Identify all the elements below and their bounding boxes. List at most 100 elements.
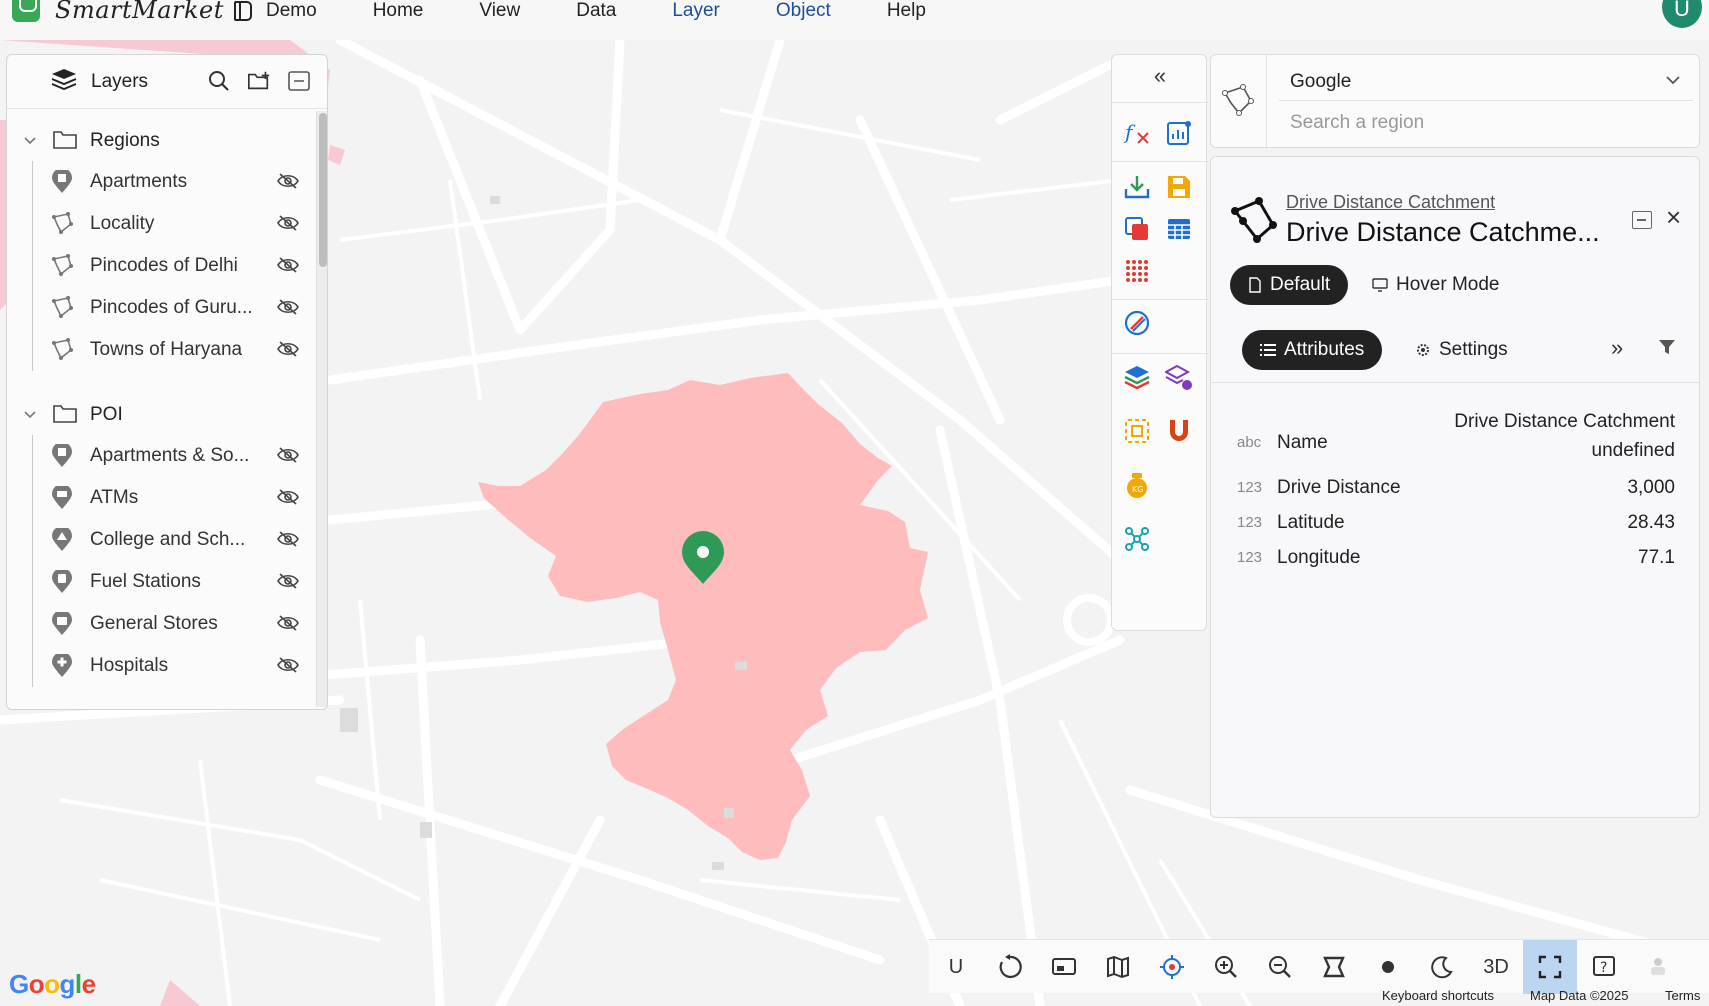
mode-default-button[interactable]: Default — [1230, 265, 1349, 305]
copy-layer-icon[interactable] — [1121, 213, 1153, 245]
menu-data[interactable]: Data — [576, 0, 616, 22]
layers-add-icon[interactable] — [1163, 361, 1195, 393]
region-search-box: Google — [1210, 54, 1700, 149]
formula-icon[interactable]: f — [1121, 117, 1153, 149]
eye-off-icon[interactable] — [277, 488, 299, 512]
layer-label: College and Sch... — [90, 529, 246, 550]
provider-select[interactable]: Google — [1279, 61, 1693, 101]
map-flag-icon[interactable] — [1121, 307, 1153, 339]
attribute-row-drive-distance: 123 Drive Distance 3,000 — [1211, 477, 1699, 507]
dark-mode-icon[interactable] — [1415, 940, 1469, 994]
fullscreen-icon[interactable] — [1523, 940, 1577, 994]
eye-off-icon[interactable] — [277, 172, 299, 196]
menu-layer[interactable]: Layer — [672, 0, 720, 22]
menu-object[interactable]: Object — [776, 0, 831, 22]
dot-icon[interactable] — [1361, 940, 1415, 994]
reset-rotation-icon[interactable] — [983, 940, 1037, 994]
user-avatar[interactable]: U — [1662, 0, 1702, 28]
layer-item-apartments-societies[interactable]: Apartments & So... — [7, 435, 315, 477]
layers-color-icon[interactable] — [1121, 361, 1153, 393]
polygon-icon — [51, 338, 73, 366]
network-icon[interactable] — [1121, 523, 1153, 555]
tab-settings[interactable]: Settings — [1415, 330, 1508, 370]
menu-home[interactable]: Home — [373, 0, 424, 22]
locate-icon[interactable] — [1145, 940, 1199, 994]
menu-help[interactable]: Help — [887, 0, 926, 22]
chevron-down-icon[interactable] — [23, 131, 37, 153]
scrollbar-thumb[interactable] — [319, 113, 327, 267]
add-folder-icon[interactable] — [247, 69, 271, 93]
eye-off-icon[interactable] — [277, 340, 299, 364]
chart-report-icon[interactable] — [1163, 117, 1195, 149]
zoom-out-icon[interactable] — [1253, 940, 1307, 994]
menu-demo[interactable]: Demo — [234, 0, 317, 22]
save-icon[interactable] — [1163, 171, 1195, 203]
help-icon[interactable]: ? — [1577, 940, 1631, 994]
attribute-name: Name — [1277, 432, 1328, 453]
draw-polygon-icon[interactable] — [1307, 940, 1361, 994]
layer-label: Locality — [90, 213, 155, 234]
layer-link[interactable]: Drive Distance Catchment — [1286, 192, 1495, 213]
download-icon[interactable] — [1121, 171, 1153, 203]
polygon-icon — [51, 212, 73, 240]
layer-item-hospitals[interactable]: Hospitals — [7, 645, 315, 687]
grid-icon[interactable] — [1121, 255, 1153, 287]
attribute-row-latitude: 123 Latitude 28.43 — [1211, 512, 1699, 542]
layer-item-atms[interactable]: ATMs — [7, 477, 315, 519]
polygon-draw-icon[interactable] — [1221, 83, 1255, 122]
magnet-icon[interactable] — [1163, 415, 1195, 447]
eye-off-icon[interactable] — [277, 446, 299, 470]
layers-scrollbar[interactable] — [316, 111, 327, 707]
attribute-value: 28.43 — [1627, 512, 1675, 533]
menu-view[interactable]: View — [479, 0, 520, 22]
layer-item-locality[interactable]: Locality — [7, 203, 315, 245]
eye-off-icon[interactable] — [277, 298, 299, 322]
eye-off-icon[interactable] — [277, 214, 299, 238]
keyboard-shortcuts-link[interactable]: Keyboard shortcuts — [1382, 988, 1494, 1003]
tab-settings-label: Settings — [1439, 339, 1508, 360]
attribute-row-name: abc Name Drive Distance Catchment undefi… — [1211, 411, 1699, 471]
collapse-tools-button[interactable]: « — [1112, 63, 1208, 89]
search-icon[interactable] — [207, 69, 231, 93]
layer-item-fuel-stations[interactable]: Fuel Stations — [7, 561, 315, 603]
mode-hover-button[interactable]: Hover Mode — [1372, 265, 1500, 305]
table-icon[interactable] — [1163, 213, 1195, 245]
eye-off-icon[interactable] — [277, 614, 299, 638]
region-search-input[interactable] — [1279, 103, 1693, 143]
terms-link[interactable]: Terms — [1665, 988, 1700, 1003]
layer-item-general-stores[interactable]: General Stores — [7, 603, 315, 645]
collapse-all-icon[interactable] — [287, 69, 311, 93]
filter-icon[interactable] — [1658, 338, 1676, 361]
layer-item-apartments[interactable]: Apartments — [7, 161, 315, 203]
chevron-down-icon[interactable] — [23, 405, 37, 427]
map-data-credit: Map Data ©2025 — [1530, 988, 1629, 1003]
layer-label: Pincodes of Delhi — [90, 255, 238, 276]
eye-off-icon[interactable] — [277, 572, 299, 596]
user-location-button[interactable]: U — [929, 940, 983, 994]
select-area-icon[interactable] — [1121, 415, 1153, 447]
layers-panel: Layers Regions Apartments Locality Pinco… — [6, 54, 328, 710]
three-d-toggle[interactable]: 3D — [1469, 940, 1523, 994]
street-view-icon[interactable] — [1631, 940, 1685, 994]
layer-item-college-schools[interactable]: College and Sch... — [7, 519, 315, 561]
chevron-down-icon — [1665, 73, 1681, 92]
tab-attributes[interactable]: Attributes — [1242, 330, 1383, 370]
close-icon[interactable]: × — [1666, 204, 1681, 230]
eye-off-icon[interactable] — [277, 530, 299, 554]
layer-group-regions[interactable]: Regions — [7, 119, 315, 161]
layer-item-pincodes-gurugram[interactable]: Pincodes of Guru... — [7, 287, 315, 329]
eye-off-icon[interactable] — [277, 256, 299, 280]
jar-icon[interactable]: KG — [1121, 469, 1153, 501]
layer-group-poi[interactable]: POI — [7, 393, 315, 435]
map-icon[interactable] — [1091, 940, 1145, 994]
svg-text:f: f — [1123, 120, 1136, 144]
zoom-in-icon[interactable] — [1199, 940, 1253, 994]
attribute-type: 123 — [1237, 479, 1263, 496]
eye-off-icon[interactable] — [277, 656, 299, 680]
polygon-icon — [51, 296, 73, 324]
minimize-icon[interactable] — [1632, 211, 1652, 229]
more-tabs-icon[interactable]: » — [1611, 335, 1623, 361]
layer-item-towns-haryana[interactable]: Towns of Haryana — [7, 329, 315, 371]
layer-item-pincodes-delhi[interactable]: Pincodes of Delhi — [7, 245, 315, 287]
screen-icon[interactable] — [1037, 940, 1091, 994]
